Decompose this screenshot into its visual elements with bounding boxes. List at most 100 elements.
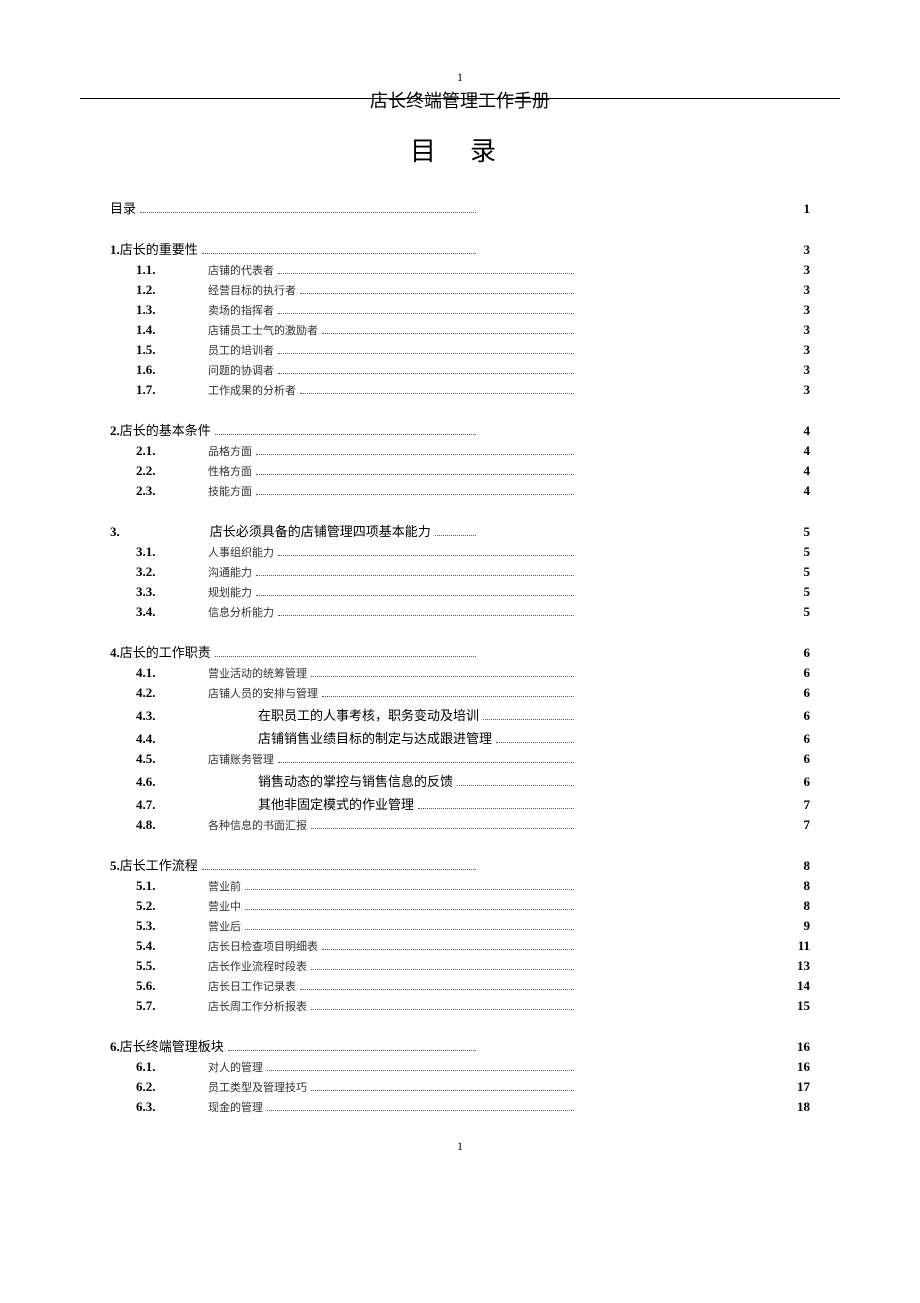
toc-page: 3 xyxy=(780,262,810,278)
toc-label-wrap: 问题的协调者 xyxy=(208,362,578,378)
toc-label: 店长日检查项目明细表 xyxy=(208,938,318,954)
toc-page: 11 xyxy=(780,938,810,954)
toc-label-wrap: 店铺员工士气的激励者 xyxy=(208,322,578,338)
toc-label-wrap: 目录 xyxy=(110,198,480,217)
toc-page: 6 xyxy=(780,751,810,767)
toc-leader xyxy=(496,734,574,743)
toc-row: 3.1.人事组织能力 5 xyxy=(110,544,810,560)
toc-row: 6.1.对人的管理 16 xyxy=(110,1059,810,1075)
toc-leader xyxy=(256,587,574,596)
toc-number: 5.4. xyxy=(136,938,208,954)
document-page: 1 店长终端管理工作手册 目录 目录 11. 店长的重要性 31.1.店铺的代表… xyxy=(0,0,920,1194)
toc-page: 6 xyxy=(780,708,810,724)
toc-label-wrap: 营业前 xyxy=(208,878,578,894)
toc-row: 3. 店长必须具备的店铺管理四项基本能力 5 xyxy=(110,521,810,540)
toc-label: 目录 xyxy=(110,198,136,217)
toc-row: 1.4.店铺员工士气的激励者 3 xyxy=(110,322,810,338)
toc-page: 3 xyxy=(780,282,810,298)
toc-label-wrap: 性格方面 xyxy=(208,463,578,479)
toc-number: 5.3. xyxy=(136,918,208,934)
toc-label: 店长周工作分析报表 xyxy=(208,998,307,1014)
toc-number: 4. xyxy=(110,645,120,661)
toc-label-wrap: 店长日检查项目明细表 xyxy=(208,938,578,954)
toc-leader xyxy=(322,325,574,334)
toc-label-wrap: 现金的管理 xyxy=(208,1099,578,1115)
toc-leader xyxy=(278,547,574,556)
toc-page: 8 xyxy=(780,858,810,874)
toc-label: 销售动态的掌控与销售信息的反馈 xyxy=(258,771,453,790)
toc-page: 8 xyxy=(780,898,810,914)
toc-label-wrap: 技能方面 xyxy=(208,483,578,499)
toc-label: 店长作业流程时段表 xyxy=(208,958,307,974)
toc-page: 5 xyxy=(780,604,810,620)
toc-leader xyxy=(202,245,476,254)
toc-number: 1.4. xyxy=(136,322,208,338)
toc-label-wrap: 卖场的指挥者 xyxy=(208,302,578,318)
toc-label-wrap: 信息分析能力 xyxy=(208,604,578,620)
toc-label-wrap: 2. 店长的基本条件 xyxy=(110,420,480,439)
toc-number: 4.7. xyxy=(136,797,208,813)
toc-page: 6 xyxy=(780,645,810,661)
toc-row: 5.7.店长周工作分析报表 15 xyxy=(110,998,810,1014)
toc-number: 1.6. xyxy=(136,362,208,378)
toc-row: 5.3.营业后 9 xyxy=(110,918,810,934)
toc-label: 店长的重要性 xyxy=(120,239,198,258)
toc-row: 3.2.沟通能力 5 xyxy=(110,564,810,580)
toc-page: 3 xyxy=(780,342,810,358)
toc-number: 4.5. xyxy=(136,751,208,767)
toc-label-wrap: 在职员工的人事考核，职务变动及培训 xyxy=(208,705,578,724)
toc-label: 店铺账务管理 xyxy=(208,751,274,767)
toc-label: 店铺人员的安排与管理 xyxy=(208,685,318,701)
toc-page: 3 xyxy=(780,322,810,338)
toc-leader xyxy=(278,265,574,274)
toc-number: 4.4. xyxy=(136,731,208,747)
toc-page: 4 xyxy=(780,423,810,439)
toc-number: 1.7. xyxy=(136,382,208,398)
toc-label-wrap: 其他非固定模式的作业管理 xyxy=(208,794,578,813)
toc-label-wrap: 营业活动的统筹管理 xyxy=(208,665,578,681)
toc-number: 3.2. xyxy=(136,564,208,580)
toc-row: 3.3.规划能力 5 xyxy=(110,584,810,600)
toc-page: 6 xyxy=(780,685,810,701)
toc-label: 现金的管理 xyxy=(208,1099,263,1115)
toc-label: 对人的管理 xyxy=(208,1059,263,1075)
toc-label-wrap: 营业后 xyxy=(208,918,578,934)
toc-label-wrap: 店长周工作分析报表 xyxy=(208,998,578,1014)
toc-page: 3 xyxy=(780,362,810,378)
toc-label-wrap: 对人的管理 xyxy=(208,1059,578,1075)
toc-row: 1.7.工作成果的分析者 3 xyxy=(110,382,810,398)
toc-leader xyxy=(267,1102,574,1111)
toc-row: 4.2.店铺人员的安排与管理 6 xyxy=(110,685,810,701)
toc-leader xyxy=(311,961,574,970)
toc-label-wrap: 4. 店长的工作职责 xyxy=(110,642,480,661)
toc-label: 店铺的代表者 xyxy=(208,262,274,278)
toc-label: 卖场的指挥者 xyxy=(208,302,274,318)
toc-page: 4 xyxy=(780,483,810,499)
toc-row: 5.1.营业前 8 xyxy=(110,878,810,894)
toc-label: 各种信息的书面汇报 xyxy=(208,817,307,833)
toc-row: 4.3.在职员工的人事考核，职务变动及培训6 xyxy=(110,705,810,724)
toc-page: 15 xyxy=(780,998,810,1014)
toc-page: 5 xyxy=(780,524,810,540)
table-of-contents: 目录 11. 店长的重要性 31.1.店铺的代表者 31.2.经营目标的执行者 … xyxy=(110,198,810,1115)
toc-label-wrap: 1. 店长的重要性 xyxy=(110,239,480,258)
toc-leader xyxy=(300,285,574,294)
toc-label: 员工的培训者 xyxy=(208,342,274,358)
toc-label-wrap: 员工的培训者 xyxy=(208,342,578,358)
toc-number: 6. xyxy=(110,1039,120,1055)
toc-page: 1 xyxy=(780,201,810,217)
toc-label-wrap: 工作成果的分析者 xyxy=(208,382,578,398)
toc-label-wrap: 店铺的代表者 xyxy=(208,262,578,278)
toc-row: 2. 店长的基本条件 4 xyxy=(110,420,810,439)
toc-number: 6.2. xyxy=(136,1079,208,1095)
toc-number: 1. xyxy=(110,242,120,258)
toc-row: 4. 店长的工作职责 6 xyxy=(110,642,810,661)
toc-label: 店铺销售业绩目标的制定与达成跟进管理 xyxy=(258,728,492,747)
toc-leader xyxy=(311,1082,574,1091)
toc-leader xyxy=(245,881,574,890)
toc-label: 其他非固定模式的作业管理 xyxy=(258,794,414,813)
toc-label-wrap: 人事组织能力 xyxy=(208,544,578,560)
toc-row: 4.7.其他非固定模式的作业管理7 xyxy=(110,794,810,813)
toc-row: 5.5.店长作业流程时段表 13 xyxy=(110,958,810,974)
toc-leader xyxy=(256,466,574,475)
